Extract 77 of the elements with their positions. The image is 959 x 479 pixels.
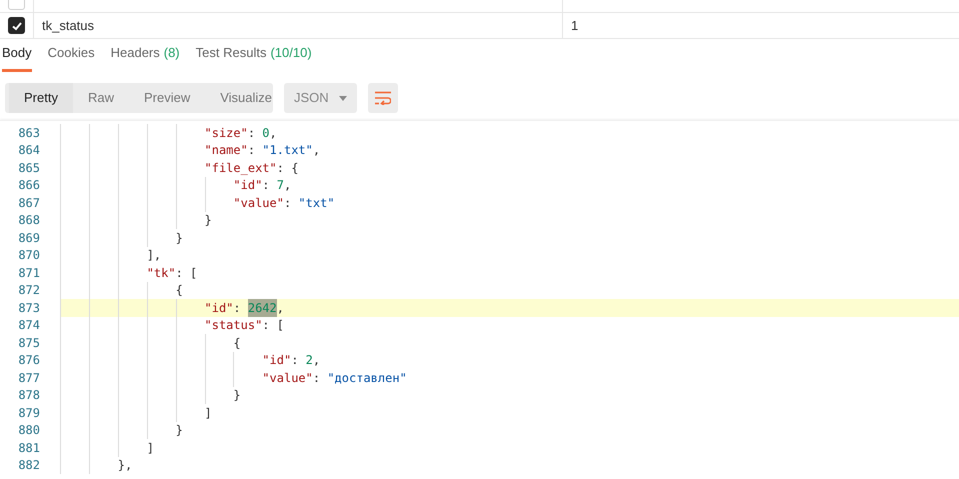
- line-number: 873: [17, 300, 40, 317]
- wrap-lines-button[interactable]: [368, 83, 398, 113]
- json-punctuation: :: [233, 300, 242, 317]
- line-number: 875: [17, 334, 40, 352]
- json-number: 2642: [248, 298, 277, 317]
- json-punctuation: : {: [276, 160, 298, 177]
- json-punctuation: }: [174, 422, 183, 440]
- line-number: 863: [17, 124, 40, 142]
- json-punctuation: {: [232, 334, 241, 352]
- json-punctuation: ,: [312, 142, 320, 160]
- format-dropdown[interactable]: JSON: [284, 83, 357, 113]
- line-number: 882: [17, 457, 40, 474]
- line-number: 871: [17, 264, 40, 282]
- line-number: 870: [17, 247, 40, 264]
- line-number: 874: [17, 317, 40, 334]
- check-icon: [10, 20, 22, 32]
- json-key: "id": [60, 351, 292, 370]
- view-mode-tab[interactable]: Pretty: [9, 83, 73, 113]
- json-punctuation: ,: [270, 124, 277, 142]
- json-punctuation: },: [116, 457, 132, 474]
- param-value: 1: [571, 16, 578, 35]
- json-punctuation: ,: [312, 352, 320, 370]
- line-number: 876: [17, 352, 40, 370]
- json-punctuation: :: [284, 194, 292, 212]
- json-key: "status": [60, 316, 262, 334]
- line-number: 877: [17, 370, 40, 387]
- json-punctuation: ,: [276, 300, 284, 317]
- line-number: 880: [17, 422, 40, 440]
- wrap-lines-icon: [375, 91, 391, 105]
- checkbox[interactable]: [8, 17, 25, 34]
- json-punctuation: {: [174, 282, 183, 300]
- line-number: 878: [17, 387, 40, 404]
- json-key: "id": [60, 298, 234, 317]
- line-number: 879: [17, 404, 40, 422]
- line-number: 864: [17, 142, 40, 160]
- json-string: "txt": [298, 194, 335, 212]
- json-number: 7: [276, 177, 284, 194]
- json-number: 2: [306, 352, 313, 370]
- line-number: 881: [17, 440, 40, 457]
- json-key: "id": [60, 176, 262, 194]
- json-punctuation: :: [291, 352, 300, 370]
- param-key: tk_status: [42, 16, 94, 36]
- response-tab[interactable]: Headers (8): [110, 39, 180, 72]
- json-punctuation: ]: [203, 404, 212, 422]
- view-mode-tab[interactable]: Preview: [128, 83, 206, 113]
- response-tab[interactable]: Body: [2, 39, 32, 72]
- line-number: 868: [17, 212, 40, 230]
- json-punctuation: :: [248, 124, 256, 142]
- json-number: 0: [262, 124, 270, 142]
- line-number: 872: [17, 282, 40, 300]
- json-punctuation: :: [262, 177, 271, 194]
- view-mode-tab[interactable]: Raw: [72, 83, 129, 113]
- json-string: "1.txt": [262, 142, 313, 160]
- json-punctuation: ,: [284, 177, 292, 194]
- caret-icon: [339, 96, 347, 100]
- json-key: "name": [60, 141, 248, 160]
- json-punctuation: }: [203, 212, 212, 230]
- json-key: "size": [60, 124, 248, 142]
- json-punctuation: }: [174, 230, 183, 247]
- response-tab[interactable]: Test Results (10/10): [196, 39, 312, 72]
- line-number: 866: [17, 177, 40, 194]
- json-punctuation: ]: [146, 440, 154, 457]
- line-number: 865: [17, 160, 40, 177]
- json-key: "value": [60, 194, 284, 212]
- json-punctuation: : [: [262, 317, 284, 334]
- line-number: 869: [17, 230, 40, 247]
- json-punctuation: ],: [146, 247, 162, 264]
- json-key: "file_ext": [60, 158, 277, 177]
- json-key: "tk": [60, 264, 176, 282]
- json-string: "доставлен": [327, 370, 407, 387]
- json-punctuation: :: [248, 142, 256, 160]
- json-punctuation: :: [312, 370, 322, 387]
- json-punctuation: }: [232, 387, 241, 404]
- line-number: 867: [17, 194, 40, 212]
- response-tab[interactable]: Cookies: [48, 39, 95, 72]
- json-punctuation: : [: [176, 264, 198, 282]
- json-key: "value": [60, 368, 313, 387]
